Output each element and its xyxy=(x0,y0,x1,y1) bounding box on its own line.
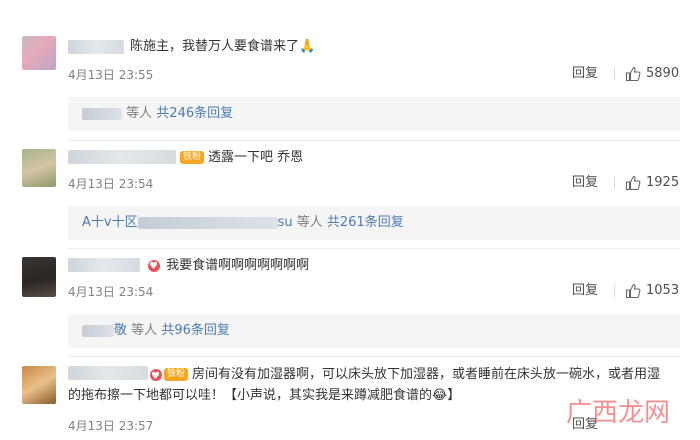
sub-replies-box[interactable]: A十v十区 su 等人 共261条回复 xyxy=(68,206,680,240)
sub-reply-user-suffix[interactable]: su xyxy=(278,215,293,230)
sub-reply-who: 等人 xyxy=(131,323,158,338)
like-count: 1925 xyxy=(646,175,680,190)
sub-reply-count-link[interactable]: 共261条回复 xyxy=(327,215,404,230)
sub-replies-box[interactable]: 敬 等人 共96条回复 xyxy=(68,314,680,348)
sub-reply-who: 等人 xyxy=(126,106,153,121)
divider xyxy=(614,68,615,80)
sub-replies-box[interactable]: 等人 共246条回复 xyxy=(68,97,680,131)
sub-reply-count-link[interactable]: 共96条回复 xyxy=(161,323,230,338)
fan-heart-icon xyxy=(150,366,162,387)
thumbs-up-icon[interactable] xyxy=(625,66,641,82)
thumbs-up-icon[interactable] xyxy=(625,175,641,191)
sub-reply-user-blur[interactable] xyxy=(82,324,114,337)
like-count: 5890 xyxy=(646,66,680,81)
like-count: 1053 xyxy=(646,283,680,298)
divider xyxy=(614,285,615,297)
reply-button[interactable]: 回复 xyxy=(572,175,598,191)
username[interactable] xyxy=(68,40,124,54)
sub-reply-who: 等人 xyxy=(296,215,323,230)
avatar[interactable] xyxy=(22,36,56,70)
thumbs-up-icon[interactable] xyxy=(625,283,641,299)
comment-text: 铁粉 透露一下吧 乔恩 xyxy=(180,148,680,167)
fan-badge: 铁粉 xyxy=(164,368,189,381)
separator xyxy=(68,356,680,357)
avatar[interactable] xyxy=(22,149,56,187)
separator xyxy=(68,140,680,141)
divider xyxy=(614,177,615,189)
username[interactable] xyxy=(68,150,176,164)
avatar[interactable] xyxy=(22,366,56,404)
fan-badge: 铁粉 xyxy=(180,151,205,164)
comment-date: 4月13日 23:57 xyxy=(68,419,154,433)
separator xyxy=(68,248,680,249)
username[interactable] xyxy=(68,258,140,272)
reply-button[interactable]: 回复 xyxy=(572,66,598,82)
sub-reply-user[interactable]: A十v十区 xyxy=(82,215,138,230)
comment-text: 我要食谱啊啊啊啊啊啊啊 xyxy=(148,256,680,276)
comment-text: 陈施主，我替万人要食谱来了🙏 xyxy=(130,39,316,54)
comment-date: 4月13日 23:55 xyxy=(68,68,154,82)
comment-date: 4月13日 23:54 xyxy=(68,285,154,299)
sub-reply-count-link[interactable]: 共246条回复 xyxy=(156,106,233,121)
sub-reply-user-blur xyxy=(137,216,278,229)
reply-button[interactable]: 回复 xyxy=(572,283,598,299)
sub-reply-user-suffix[interactable]: 敬 xyxy=(114,323,127,338)
avatar[interactable] xyxy=(22,257,56,297)
watermark-logo: 广西龙网 xyxy=(566,398,671,428)
fan-heart-icon xyxy=(148,257,160,276)
sub-reply-user[interactable] xyxy=(82,107,122,120)
comment-date: 4月13日 23:54 xyxy=(68,177,154,191)
